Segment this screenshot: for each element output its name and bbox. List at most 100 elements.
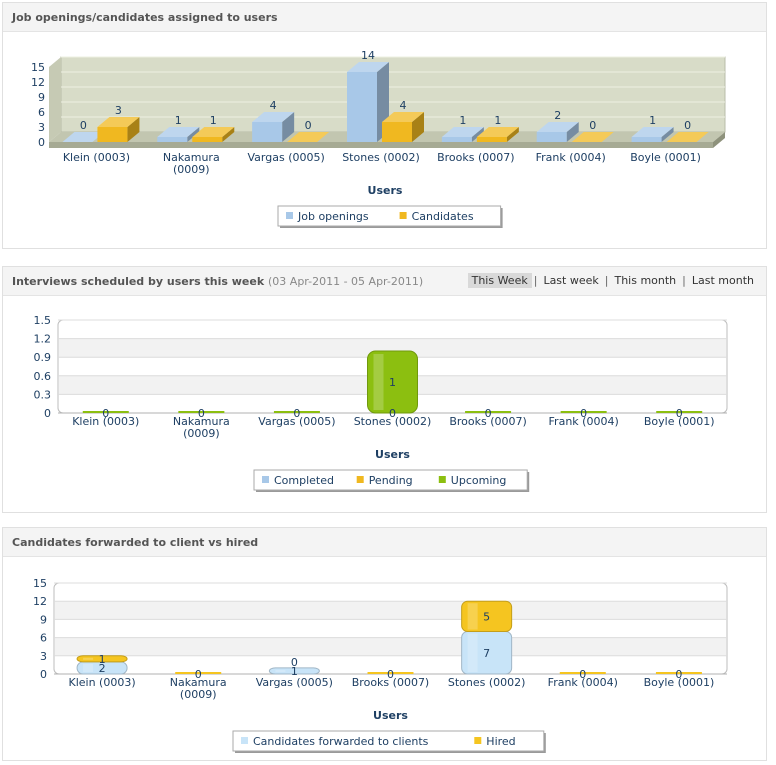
data-label: 0 [589,119,596,132]
x-tick-label: Nakamura (0009) [170,676,227,701]
legend-pending-swatch [356,476,364,483]
data-label: 14 [361,49,375,62]
bar-candidates-forwarded-to-clients-highlight [275,669,286,672]
y-tick-label: 6 [40,632,47,645]
x-tick-label: Nakamura (0009) [163,151,220,176]
y-tick-label: 1.2 [34,333,52,346]
bar-job-openings [441,137,472,142]
data-label: 1 [459,114,466,127]
legend-completed-swatch [262,476,269,483]
legend-pending-label: Pending [369,474,413,487]
panel-title: Interviews scheduled by users this week … [12,275,423,288]
x-tick-label: Brooks (0007) [352,676,429,689]
legend-candidates-swatch [399,212,407,219]
bar-hired-highlight [467,603,478,630]
data-label: 0 [80,119,87,132]
chart-interviews: 00.30.60.91.21.50Klein (0003)0Nakamura (0… [34,314,728,492]
data-label: 4 [270,99,277,112]
x-tick-label: Klein (0003) [63,151,130,164]
data-label: 3 [115,104,122,117]
data-label: 5 [483,610,490,623]
bar-job-openings [536,132,567,142]
x-tick-label: Boyle (0001) [644,676,715,689]
data-label: 1 [210,114,217,127]
data-label: 2 [554,109,561,122]
bar-job-openings [631,137,662,142]
panel-header: Interviews scheduled by users this week … [3,267,766,296]
legend-candidates-forwarded-to-clients-swatch [241,737,248,744]
bar-candidates [476,137,507,142]
x-tick-label: Vargas (0005) [258,415,335,428]
date-range: (03 Apr-2011 - 05 Apr-2011) [268,275,424,288]
legend-job-openings-label: Job openings [297,210,369,223]
legend-hired-swatch [474,737,482,744]
bar-candidates-forwarded-to-clients-highlight [83,663,94,672]
data-label: 7 [483,647,490,660]
x-tick-label: Frank (0004) [548,676,618,689]
x-tick-label: Vargas (0005) [248,151,325,164]
data-label: 0 [291,656,298,669]
grid-band [55,637,726,656]
x-tick-label: Frank (0004) [536,151,606,164]
data-label: 1 [99,653,106,666]
y-tick-label: 0 [44,407,51,420]
y-tick-label: 15 [31,61,45,74]
y-tick-label: 9 [38,91,45,104]
data-label: 0 [684,119,691,132]
grid-band [55,601,726,620]
bar-candidates [382,122,412,142]
x-tick-label: Frank (0004) [549,415,619,428]
legend-completed-label: Completed [274,474,334,487]
legend-candidates-label: Candidates [412,210,474,223]
y-tick-label: 0.3 [34,388,52,401]
x-tick-label: Stones (0002) [342,151,420,164]
bar-job-openings [347,72,377,142]
data-label: 1 [389,376,396,389]
bar-candidates [192,137,223,142]
y-tick-label: 3 [38,121,45,134]
x-axis-title: Users [373,709,408,722]
x-tick-label: Nakamura (0009) [173,415,230,440]
y-tick-label: 0 [40,668,47,681]
y-tick-label: 0.9 [34,351,52,364]
y-tick-label: 15 [33,577,47,590]
legend: Completed Pending Upcoming [253,469,530,492]
bar-upcoming-highlight [373,354,384,410]
legend-upcoming-label: Upcoming [451,474,507,487]
period-tabs: This Week | Last week | This month | Last mont… [467,273,758,288]
bar-candidates [97,127,128,142]
panel-title: Job openings/candidates assigned to user… [12,11,278,24]
bar-hired-highlight [83,657,94,660]
tab-last-month[interactable]: Last month [688,273,758,288]
bar-candidates-forwarded-to-clients-highlight [467,633,478,672]
tab-separator: | [682,274,686,287]
legend: Job openings Candidates [277,205,503,228]
panel-title: Candidates forwarded to client vs hired [12,536,259,549]
x-tick-label: Klein (0003) [72,415,139,428]
panel-header: Job openings/candidates assigned to user… [3,3,766,32]
tab-separator: | [533,274,538,287]
chart-job-openings: 0369121503Klein (0003)1 1Nakamura (0009)40… [31,49,726,228]
y-tick-label: 12 [31,76,45,89]
panel-forwarded-hired: Candidates forwarded to client vs hired … [2,527,767,761]
data-label: 1 [175,114,182,127]
tab-separator: | [604,274,609,287]
chart-forwarded-hired: 0369121521Klein (0003)0Nakamura (0009)10V… [33,577,728,753]
y-tick-label: 1.5 [34,314,52,327]
bar-job-openings [252,122,283,142]
plot-area [53,582,728,675]
panel-interviews: Interviews scheduled by users this week … [2,266,767,513]
x-axis-title: Users [375,448,410,461]
y-tick-label: 6 [38,106,45,119]
y-tick-label: 0 [38,136,45,149]
x-tick-label: Boyle (0001) [630,151,701,164]
x-axis-title: Users [368,184,403,197]
tab-this-month[interactable]: This month [610,273,680,288]
bar-job-openings [157,137,188,142]
data-label: 4 [400,99,407,112]
x-tick-label: Brooks (0007) [449,415,526,428]
tab-this-week[interactable]: This Week [467,273,532,288]
data-label: 1 [649,114,656,127]
y-tick-label: 9 [40,613,47,626]
tab-last-week[interactable]: Last week [539,273,602,288]
